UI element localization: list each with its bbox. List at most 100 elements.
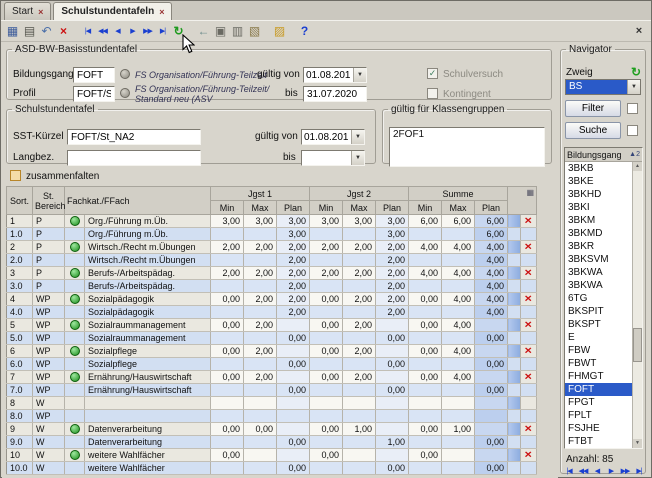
fachkat-select-icon[interactable] xyxy=(70,242,80,252)
bildungsgang-item[interactable]: FPGT xyxy=(565,396,632,409)
cell-value[interactable]: 0,00 xyxy=(211,319,244,332)
sst-gueltig-von-input[interactable] xyxy=(302,130,351,144)
cell-value[interactable] xyxy=(343,397,376,410)
save-button[interactable]: ▦ xyxy=(4,23,21,40)
cell-value[interactable] xyxy=(343,228,376,241)
col-header-max[interactable]: Max xyxy=(343,201,376,215)
delete-row-icon[interactable]: × xyxy=(525,242,532,253)
cell-value[interactable] xyxy=(310,332,343,345)
cell-value[interactable] xyxy=(343,462,376,475)
table-row[interactable]: 9WDatenverarbeitung0,000,000,001,000,001… xyxy=(7,423,537,436)
cell-value[interactable]: 4,00 xyxy=(475,267,508,280)
cell-value[interactable]: 6,00 xyxy=(409,215,442,228)
cell-value[interactable] xyxy=(442,397,475,410)
schulversuch-checkbox[interactable]: ✓ xyxy=(427,68,438,79)
cell-value[interactable]: 0,00 xyxy=(277,332,310,345)
table-row[interactable]: 5.0WPSozialraummanagement0,000,000,00 xyxy=(7,332,537,345)
col-header-bereich[interactable]: St. Bereich xyxy=(33,187,65,215)
cell-value[interactable] xyxy=(244,449,277,462)
cell-value[interactable]: 2,00 xyxy=(376,254,409,267)
cell-value[interactable] xyxy=(310,410,343,423)
chevron-down-icon[interactable]: ▼ xyxy=(627,80,640,94)
cell-value[interactable] xyxy=(376,397,409,410)
next-page-button[interactable]: ▶ xyxy=(605,467,617,475)
cell-value[interactable] xyxy=(442,410,475,423)
cell-value[interactable] xyxy=(475,423,508,436)
col-header-min[interactable]: Min xyxy=(310,201,343,215)
fachkat-select-icon[interactable] xyxy=(70,372,80,382)
table-row[interactable]: 9.0WDatenverarbeitung0,001,000,00 xyxy=(7,436,537,449)
suche-checkbox[interactable] xyxy=(627,125,638,136)
cell-value[interactable]: 2,00 xyxy=(277,280,310,293)
cell-fachkat[interactable] xyxy=(65,241,85,254)
cell-value[interactable] xyxy=(277,345,310,358)
report-button[interactable]: ▨ xyxy=(271,23,288,40)
cell-fachkat[interactable] xyxy=(65,423,85,436)
col-header-summe[interactable]: Summe xyxy=(409,187,508,201)
cell-value[interactable] xyxy=(277,449,310,462)
langbez-input[interactable] xyxy=(67,150,201,166)
cell-value[interactable] xyxy=(343,436,376,449)
bildungsgang-item[interactable]: FHMGT xyxy=(565,370,632,383)
cell-value[interactable]: 3,00 xyxy=(244,215,277,228)
cell-value[interactable] xyxy=(475,371,508,384)
cell-value[interactable]: 4,00 xyxy=(442,371,475,384)
cell-value[interactable]: 3,00 xyxy=(376,215,409,228)
cell-value[interactable] xyxy=(442,254,475,267)
cell-value[interactable]: 2,00 xyxy=(277,267,310,280)
cell-value[interactable]: 2,00 xyxy=(343,371,376,384)
cell-value[interactable]: 4,00 xyxy=(409,241,442,254)
delete-row-icon[interactable]: × xyxy=(525,216,532,227)
prev-page-button[interactable]: ◀ xyxy=(591,467,603,475)
bildungsgang-input[interactable] xyxy=(73,67,115,83)
cell-value[interactable]: 2,00 xyxy=(244,371,277,384)
next-record-button[interactable]: ▶ xyxy=(125,23,140,40)
bildungsgang-item[interactable]: 3BKHD xyxy=(565,188,632,201)
cell-value[interactable]: 0,00 xyxy=(277,462,310,475)
zweig-select[interactable]: BS ▼ xyxy=(565,79,641,95)
col-header-max[interactable]: Max xyxy=(244,201,277,215)
cell-value[interactable] xyxy=(442,280,475,293)
table-row[interactable]: 1POrg./Führung m.Üb.3,003,003,003,003,00… xyxy=(7,215,537,228)
cell-value[interactable]: 0,00 xyxy=(310,293,343,306)
cell-value[interactable]: 6,00 xyxy=(442,215,475,228)
cell-value[interactable] xyxy=(310,280,343,293)
table-scrollbar[interactable] xyxy=(508,293,521,306)
cell-value[interactable] xyxy=(310,358,343,371)
cell-value[interactable]: 0,00 xyxy=(376,384,409,397)
bis-input[interactable] xyxy=(303,86,367,102)
cell-value[interactable]: 0,00 xyxy=(409,293,442,306)
navigator-refresh-icon[interactable]: ↻ xyxy=(631,65,641,79)
table-row[interactable]: 7.0WPErnährung/Hauswirtschaft0,000,000,0… xyxy=(7,384,537,397)
col-header-jgst2[interactable]: Jgst 2 xyxy=(310,187,409,201)
copy-table-button[interactable]: ▥ xyxy=(229,23,246,40)
cell-value[interactable]: 2,00 xyxy=(277,306,310,319)
refresh-button[interactable]: ↻ xyxy=(170,23,187,40)
cell-value[interactable] xyxy=(442,358,475,371)
cell-value[interactable]: 0,00 xyxy=(211,423,244,436)
profil-input[interactable] xyxy=(73,86,115,102)
undo-button[interactable]: ↶ xyxy=(38,23,55,40)
cell-value[interactable] xyxy=(343,332,376,345)
cell-delete[interactable]: × xyxy=(521,345,537,358)
cell-value[interactable] xyxy=(244,306,277,319)
bildungsgang-item[interactable]: 3BKE xyxy=(565,175,632,188)
table-row[interactable]: 10.0Wweitere Wahlfächer0,000,000,00 xyxy=(7,462,537,475)
table-scrollbar[interactable] xyxy=(508,371,521,384)
bildungsgang-item[interactable]: FBWT xyxy=(565,357,632,370)
list-scrollbar[interactable]: ▲ ▼ xyxy=(632,162,642,448)
cell-delete[interactable]: × xyxy=(521,319,537,332)
cell-value[interactable]: 3,00 xyxy=(277,228,310,241)
cell-value[interactable] xyxy=(409,280,442,293)
bildungsgang-item[interactable]: FPLT xyxy=(565,409,632,422)
first-record-button[interactable]: |◀ xyxy=(80,23,95,40)
fachkat-select-icon[interactable] xyxy=(70,450,80,460)
col-header-sort[interactable]: Sort. xyxy=(7,187,33,215)
table-scrollbar[interactable] xyxy=(508,384,521,397)
sst-kuerzel-input[interactable] xyxy=(67,129,201,145)
fast-next-page-button[interactable]: ▶▶ xyxy=(619,467,631,475)
cell-fachkat[interactable] xyxy=(65,319,85,332)
cell-value[interactable]: 0,00 xyxy=(409,345,442,358)
sst-bis-combo[interactable]: ▼ xyxy=(301,150,365,166)
bildungsgang-item[interactable]: FSJHE xyxy=(565,422,632,435)
